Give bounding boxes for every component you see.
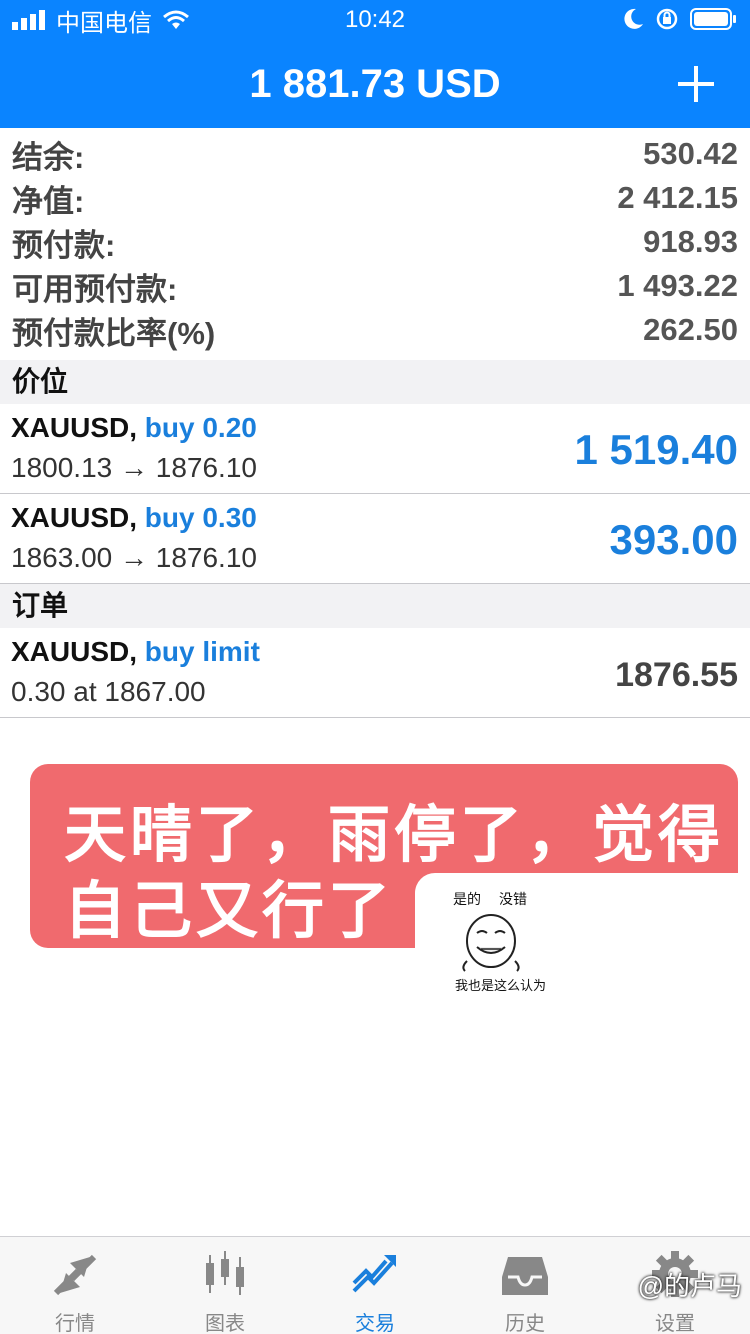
- meme-caption-bottom: 我也是这么认为: [455, 978, 547, 993]
- order-title: XAUUSD, buy limit: [11, 636, 260, 668]
- position-profit: 1 519.40: [574, 426, 739, 473]
- tab-label: 交易: [355, 1313, 395, 1334]
- tab-label: 设置: [655, 1313, 695, 1334]
- candlestick-chart-icon: [206, 1251, 244, 1295]
- position-title: XAUUSD, buy 0.20: [11, 412, 257, 444]
- tab-label: 图表: [205, 1313, 245, 1334]
- order-details: 0.30 at 1867.00: [11, 676, 206, 707]
- position-row[interactable]: XAUUSD, buy 0.30 1863.00 → 1876.10 393.0…: [0, 494, 750, 584]
- summary-label: 净值:: [12, 183, 85, 219]
- caption-line-2: 自己又行了: [64, 877, 395, 946]
- summary-value: 2 412.15: [617, 180, 738, 215]
- rotation-lock-icon: [656, 8, 678, 30]
- meme-caption-top-right: 没错: [499, 891, 527, 907]
- orders-section-header: 订单: [0, 584, 750, 628]
- meme-face-icon: [462, 914, 520, 972]
- position-side: buy 0.30: [144, 502, 257, 533]
- tab-history[interactable]: 历史: [450, 1237, 600, 1334]
- position-symbol: XAUUSD,: [11, 502, 138, 533]
- watermark: @的卢马: [637, 1271, 742, 1301]
- summary-label: 预付款比率(%): [12, 315, 216, 351]
- order-current-price: 1876.55: [615, 656, 738, 694]
- position-side: buy 0.20: [144, 412, 257, 443]
- order-symbol: XAUUSD,: [11, 636, 138, 667]
- summary-row-margin-level: 预付款比率(%) 262.50: [0, 308, 750, 352]
- summary-value: 262.50: [643, 312, 738, 347]
- new-order-plus-icon[interactable]: [676, 64, 716, 104]
- summary-row-balance: 结余: 530.42: [0, 132, 750, 176]
- position-title: XAUUSD, buy 0.30: [11, 502, 257, 534]
- summary-row-margin: 预付款: 918.93: [0, 220, 750, 264]
- trade-trend-icon: [352, 1255, 396, 1293]
- status-right: [624, 8, 738, 30]
- status-bar: 中国电信 10:42: [0, 0, 750, 40]
- nav-bar: 1 881.73 USD: [0, 40, 750, 128]
- meme-caption-top-left: 是的: [453, 891, 481, 907]
- tab-trade[interactable]: 交易: [300, 1237, 450, 1334]
- tab-label: 行情: [55, 1313, 95, 1334]
- history-tray-icon: [502, 1257, 548, 1295]
- position-prices: 1800.13 → 1876.10: [11, 452, 257, 483]
- account-summary: 结余: 530.42 净值: 2 412.15 预付款: 918.93 可用预付…: [0, 132, 750, 352]
- order-row[interactable]: XAUUSD, buy limit 0.30 at 1867.00 1876.5…: [0, 628, 750, 718]
- position-profit: 393.00: [609, 516, 738, 563]
- summary-value: 1 493.22: [617, 268, 738, 303]
- position-row[interactable]: XAUUSD, buy 0.20 1800.13 → 1876.10 1 519…: [0, 404, 750, 494]
- order-side: buy limit: [144, 636, 260, 667]
- battery-icon: [690, 8, 736, 30]
- moon-icon: [624, 8, 643, 29]
- account-balance-title: 1 881.73 USD: [249, 62, 501, 106]
- tab-quotes[interactable]: 行情: [0, 1237, 150, 1334]
- position-prices: 1863.00 → 1876.10: [11, 542, 257, 573]
- summary-row-free-margin: 可用预付款: 1 493.22: [0, 264, 750, 308]
- positions-section-header: 价位: [0, 360, 750, 404]
- quotes-arrows-icon: [53, 1254, 97, 1296]
- summary-value: 918.93: [643, 224, 738, 259]
- summary-label: 预付款:: [12, 227, 116, 263]
- summary-label: 可用预付款:: [12, 271, 178, 307]
- summary-label: 结余:: [12, 139, 85, 175]
- tab-label: 历史: [505, 1313, 545, 1334]
- meme-sticker: 是的 没错 我也是这么认为: [445, 885, 575, 997]
- summary-value: 530.42: [643, 136, 738, 171]
- summary-row-equity: 净值: 2 412.15: [0, 176, 750, 220]
- tab-charts[interactable]: 图表: [150, 1237, 300, 1334]
- position-symbol: XAUUSD,: [11, 412, 138, 443]
